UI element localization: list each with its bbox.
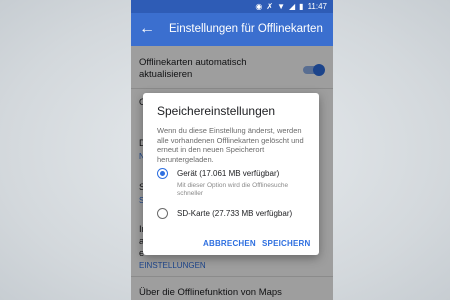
save-button[interactable]: SPEICHERN bbox=[262, 239, 310, 248]
dialog-title: Speichereinstellungen bbox=[157, 104, 276, 118]
wifi-icon: ▼ bbox=[277, 2, 285, 11]
radio-device[interactable] bbox=[157, 168, 168, 179]
location-icon: ◉ bbox=[255, 2, 263, 11]
status-bar: ◉ ✗ ▼ ◢ ▮ 11:47 bbox=[131, 0, 333, 13]
option-device-sub: Mit dieser Option wird die Offlinesuche … bbox=[177, 182, 289, 197]
option-device-label[interactable]: Gerät (17.061 MB verfügbar) bbox=[177, 169, 279, 178]
app-bar: ← Einstellungen für Offlinekarten bbox=[131, 13, 333, 46]
radio-sd-card[interactable] bbox=[157, 208, 168, 219]
battery-icon: ▮ bbox=[299, 2, 304, 11]
status-icons: ◉ ✗ ▼ ◢ ▮ 11:47 bbox=[255, 1, 327, 12]
option-sd-card-label[interactable]: SD-Karte (27.733 MB verfügbar) bbox=[177, 209, 292, 218]
phone-screen: ◉ ✗ ▼ ◢ ▮ 11:47 ← Einstellungen für Offl… bbox=[131, 0, 333, 300]
arrow-left-icon[interactable]: ← bbox=[139, 19, 155, 39]
cancel-button[interactable]: ABBRECHEN bbox=[203, 239, 256, 248]
page-title: Einstellungen für Offlinekarten bbox=[169, 23, 323, 35]
status-time: 11:47 bbox=[307, 2, 327, 11]
storage-settings-dialog: Speichereinstellungen Wenn du diese Eins… bbox=[143, 93, 319, 255]
signal-icon: ◢ bbox=[289, 2, 296, 11]
vibrate-off-icon: ✗ bbox=[266, 2, 274, 11]
dialog-body: Wenn du diese Einstellung änderst, werde… bbox=[157, 126, 304, 164]
